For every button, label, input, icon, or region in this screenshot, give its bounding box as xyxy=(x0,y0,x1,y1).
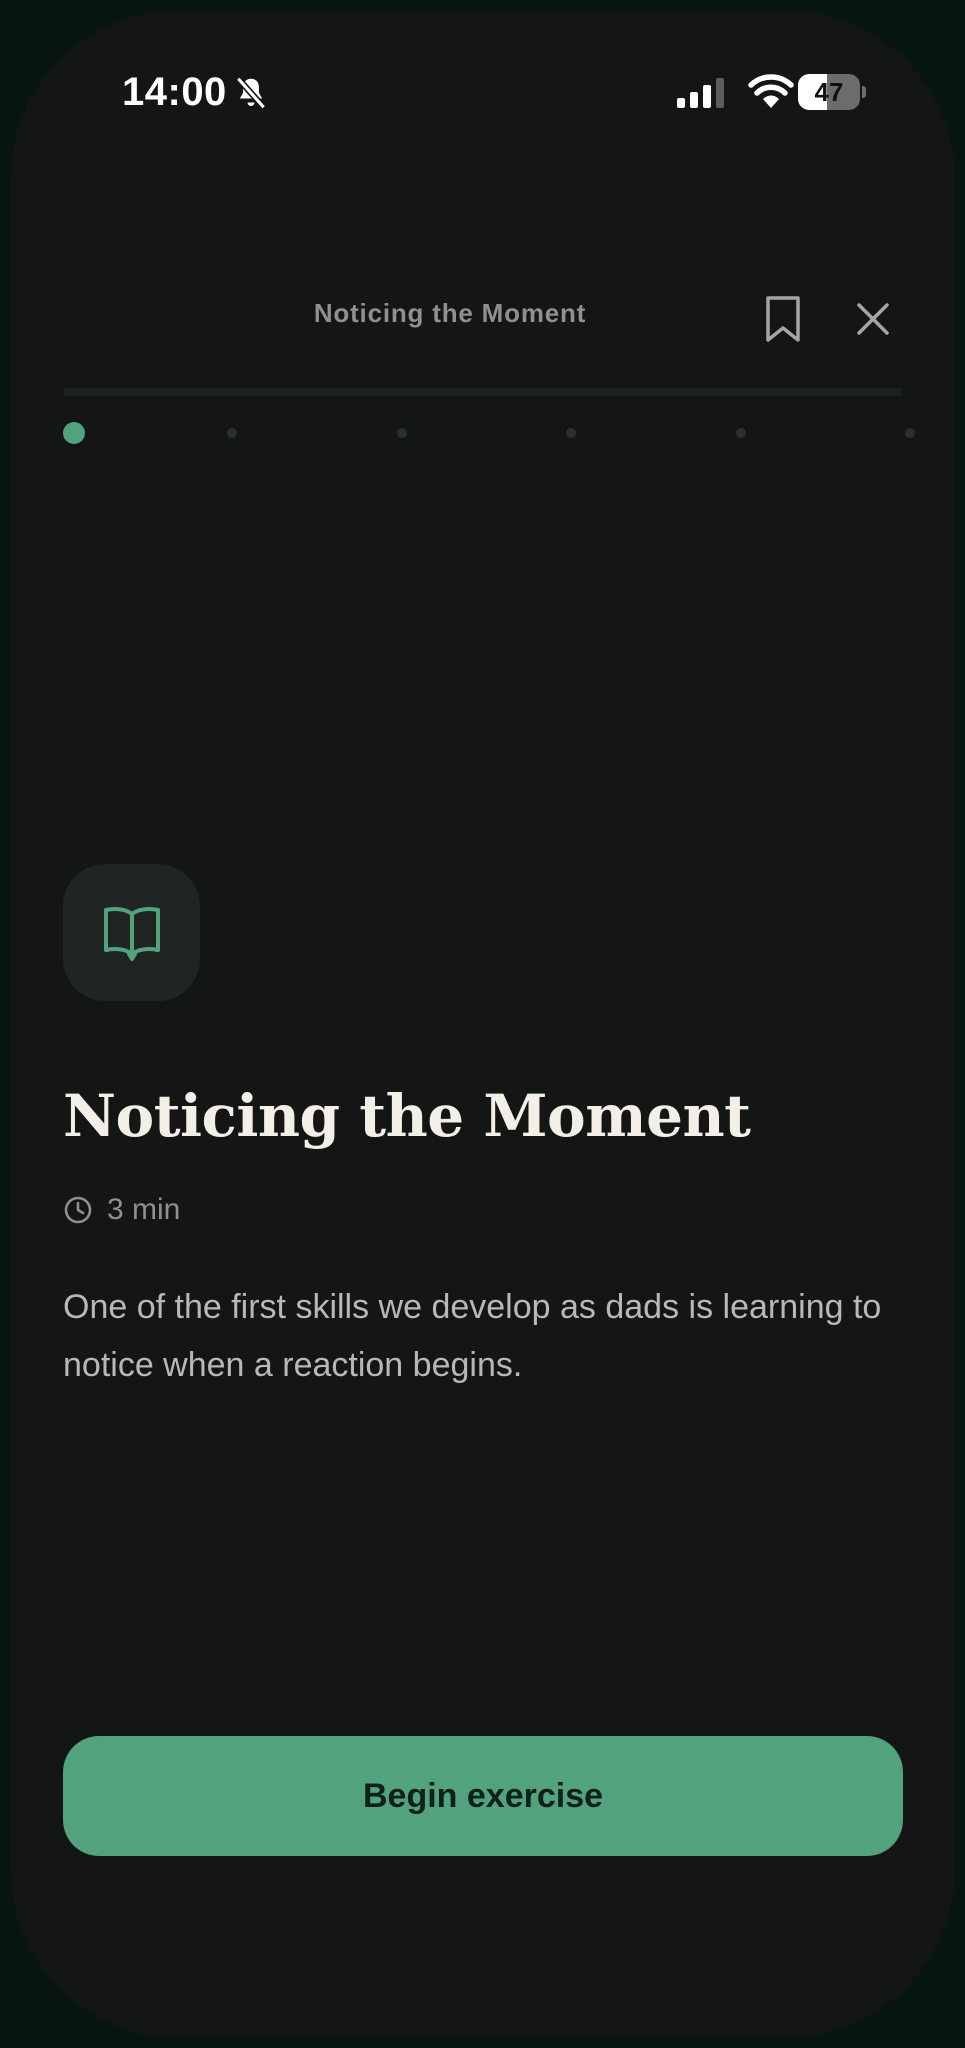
step-dot-3 xyxy=(396,428,407,438)
begin-exercise-button[interactable]: Begin exercise xyxy=(63,1736,903,1856)
battery-level: 47 xyxy=(814,77,844,107)
progress-track xyxy=(63,388,903,396)
lesson-title: Noticing the Moment xyxy=(63,1082,751,1150)
wifi-icon xyxy=(748,74,794,108)
cellular-signal-icon xyxy=(677,78,724,108)
header-title: Noticing the Moment xyxy=(313,298,587,328)
step-dot-6 xyxy=(905,428,915,438)
status-time: 14:00 xyxy=(122,70,227,114)
open-book-icon xyxy=(103,906,160,961)
duration-row: 3 min xyxy=(63,1190,180,1230)
close-icon xyxy=(857,303,889,335)
duration-label: 3 min xyxy=(107,1193,181,1226)
app-screen: 14:00 47 Noticing the Moment Noticing th… xyxy=(10,10,955,2038)
lesson-icon-tile xyxy=(63,864,200,1001)
bell-slash-icon xyxy=(235,76,267,110)
bookmark-button[interactable] xyxy=(750,286,816,352)
bookmark-icon xyxy=(766,296,800,342)
device-frame: 14:00 47 Noticing the Moment Noticing th… xyxy=(0,0,965,2048)
battery-icon: 47 xyxy=(798,74,868,110)
clock-icon xyxy=(64,1196,92,1224)
battery-tip xyxy=(862,86,866,98)
close-button[interactable] xyxy=(840,286,906,352)
lesson-description: One of the first skills we develop as da… xyxy=(63,1288,882,1384)
step-dot-1 xyxy=(63,422,85,444)
step-dot-5 xyxy=(735,428,746,438)
step-dot-2 xyxy=(227,428,238,438)
battery-body: 47 xyxy=(798,74,860,110)
step-indicator xyxy=(63,416,915,446)
step-dot-4 xyxy=(566,428,577,438)
